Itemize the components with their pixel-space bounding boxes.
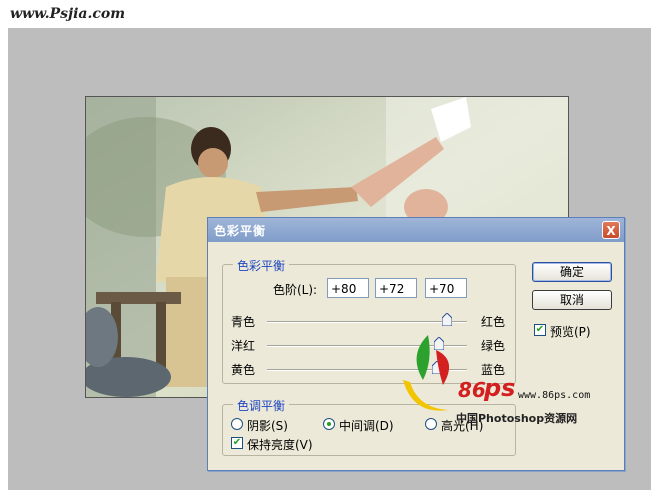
level-input-magenta-green[interactable]: +72: [375, 278, 417, 298]
logo-ps-text: ps: [484, 374, 516, 402]
slider-left-label-magenta: 洋红: [231, 339, 256, 353]
preview-label[interactable]: 预览(P): [550, 323, 591, 340]
preview-checkbox[interactable]: ✔: [534, 324, 546, 336]
level-input-cyan-red[interactable]: +80: [327, 278, 369, 298]
cancel-button[interactable]: 取消: [532, 290, 612, 310]
slider-right-label-red: 红色: [481, 315, 506, 329]
levels-label: 色阶(L):: [273, 283, 318, 297]
ok-button[interactable]: 确定: [532, 262, 612, 282]
color-balance-group-title: 色彩平衡: [233, 257, 290, 274]
radio-shadows[interactable]: [231, 418, 243, 430]
radio-midtones-label[interactable]: 中间调(D): [339, 417, 394, 434]
level-input-yellow-blue[interactable]: +70: [425, 278, 467, 298]
slider-right-label-green: 绿色: [481, 339, 506, 353]
color-balance-group: 色彩平衡 色阶(L): +80 +72 +70 青色 红色 洋红 绿色 黄色 蓝…: [222, 257, 516, 384]
preserve-luminosity-label[interactable]: 保持亮度(V): [247, 436, 313, 453]
close-button[interactable]: X: [602, 221, 620, 239]
logo-86ps-icon: [403, 335, 450, 411]
dialog-title: 色彩平衡: [214, 224, 267, 238]
watermark-text: www.Psjia.com: [10, 6, 126, 22]
color-balance-dialog: 色彩平衡 X 色彩平衡 色阶(L): +80 +72 +70 青色 红色 洋红 …: [207, 217, 625, 471]
radio-midtones[interactable]: [323, 418, 335, 430]
slider-left-label-cyan: 青色: [231, 315, 256, 329]
logo-caption-text: 中国Photoshop资源网: [456, 412, 578, 425]
slider-left-label-yellow: 黄色: [231, 363, 256, 377]
preserve-luminosity-checkbox[interactable]: ✔: [231, 437, 243, 449]
logo-86-text: 86: [458, 378, 486, 402]
slider-thumb-cyan-red[interactable]: [441, 311, 453, 327]
logo-url-text: www.86ps.com: [518, 390, 591, 401]
dialog-titlebar[interactable]: 色彩平衡 X: [208, 218, 624, 242]
slider-track-cyan-red[interactable]: [267, 321, 467, 323]
radio-shadows-label[interactable]: 阴影(S): [247, 417, 288, 434]
tone-balance-group-title: 色调平衡: [233, 397, 290, 414]
